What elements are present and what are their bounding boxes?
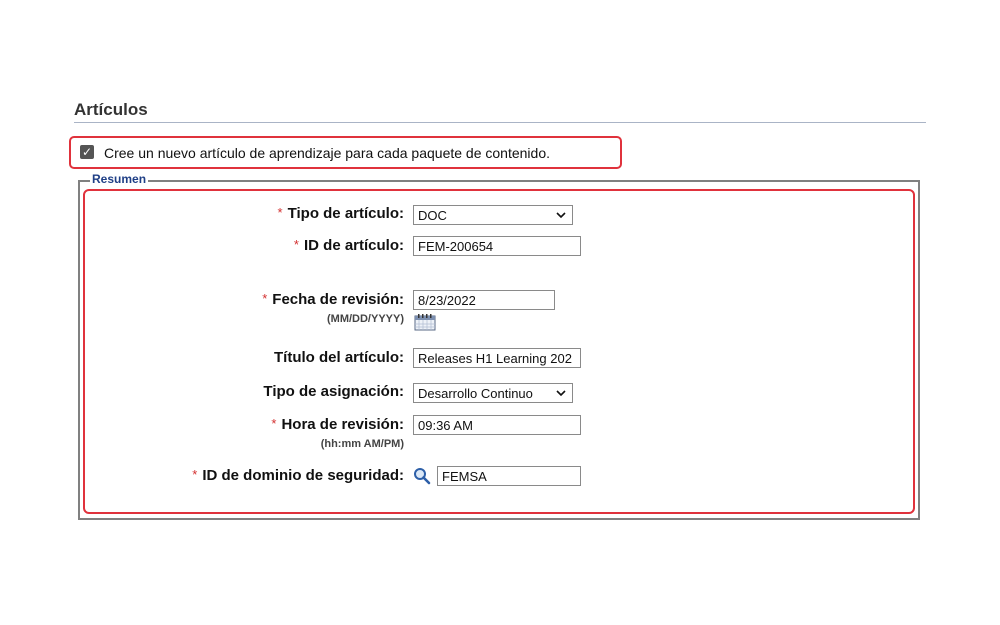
required-marker: * [192,467,198,482]
item-type-label: * Tipo de artículo: [277,205,404,222]
chevron-down-icon [556,212,566,219]
summary-legend: Resumen [90,172,149,186]
required-marker: * [262,291,268,306]
required-marker: * [293,237,299,252]
revision-date-label: * Fecha de revisión: [262,291,404,308]
revision-time-input[interactable]: 09:36 AM [413,415,581,435]
security-domain-label: * ID de dominio de seguridad: [192,467,404,484]
chevron-down-icon [556,390,566,397]
create-item-checkbox[interactable]: ✓ [80,145,94,159]
item-title-input[interactable]: Releases H1 Learning 202 [413,348,581,368]
assignment-type-label: Tipo de asignación: [263,383,404,400]
item-id-label: * ID de artículo: [293,237,404,254]
item-id-input[interactable]: FEM-200654 [413,236,581,256]
search-icon[interactable] [413,467,431,485]
item-title-label: Título del artículo: [274,349,404,366]
item-type-value: DOC [418,208,447,223]
revision-time-hint: (hh:mm AM/PM) [320,438,404,450]
section-divider [74,122,926,123]
revision-date-hint: (MM/DD/YYYY) [327,313,404,325]
section-title: Artículos [74,100,148,119]
security-domain-input[interactable]: FEMSA [437,466,581,486]
revision-date-input[interactable]: 8/23/2022 [413,290,555,310]
revision-time-label: * Hora de revisión: [271,416,404,433]
create-item-checkbox-label[interactable]: Cree un nuevo artículo de aprendizaje pa… [104,145,550,161]
assignment-type-select[interactable]: Desarrollo Continuo [413,383,573,403]
required-marker: * [277,205,283,220]
required-marker: * [271,416,277,431]
calendar-icon[interactable] [414,313,436,331]
assignment-type-value: Desarrollo Continuo [418,386,533,401]
item-type-select[interactable]: DOC [413,205,573,225]
